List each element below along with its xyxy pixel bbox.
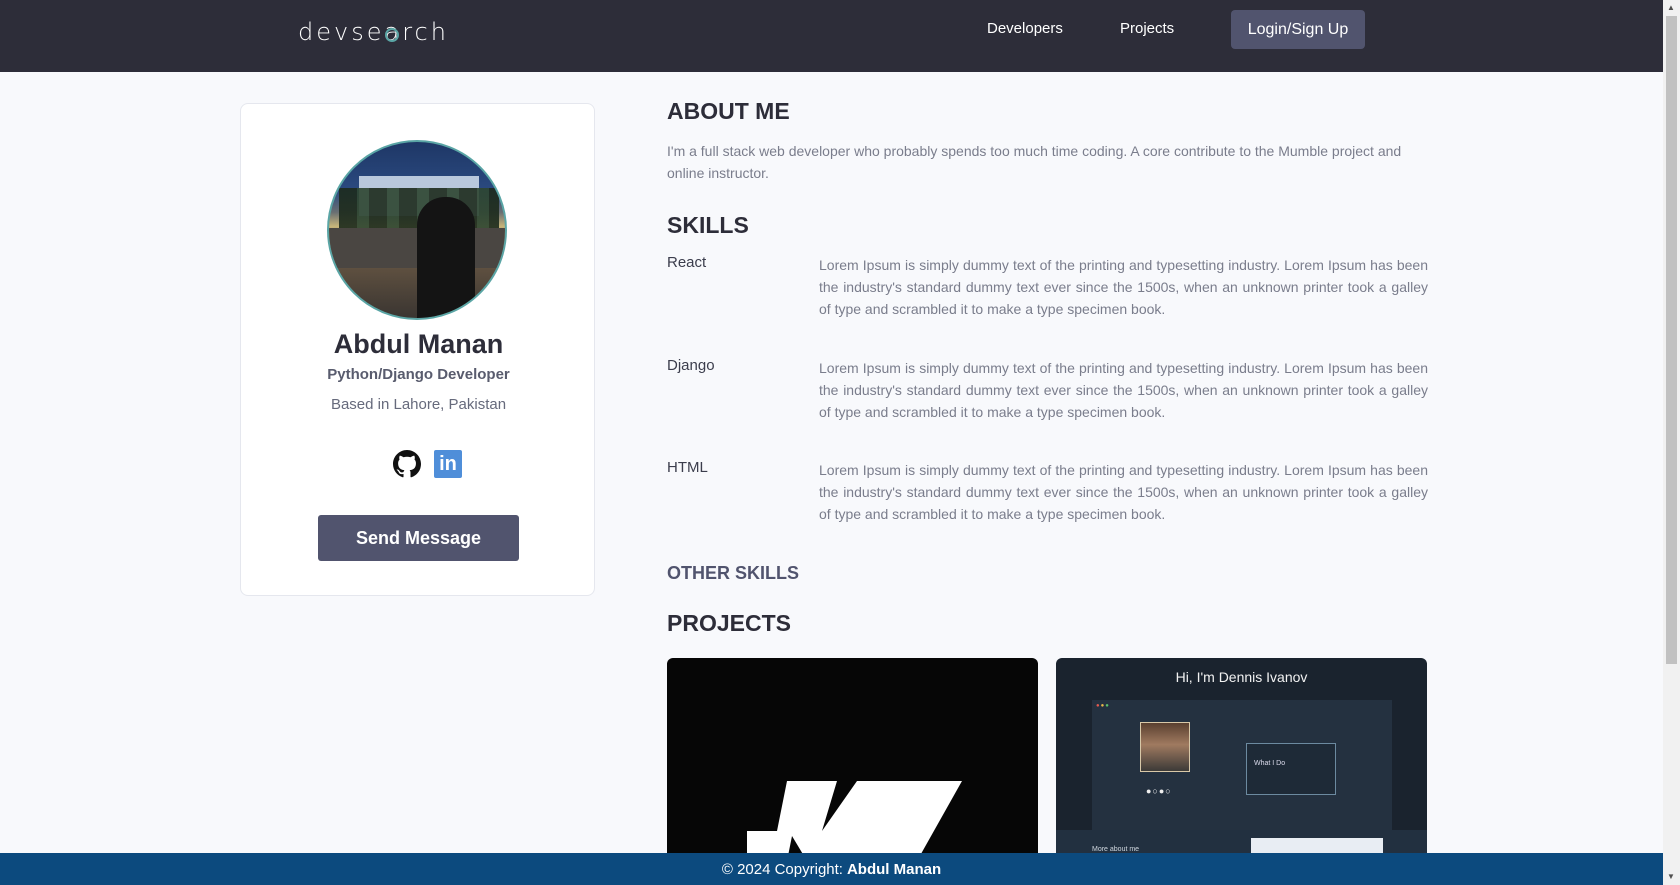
about-heading: ABOUT ME: [667, 98, 790, 124]
what-i-do-box: [1246, 743, 1336, 795]
portrait-thumbnail: [1140, 722, 1190, 772]
footer-copyright: © 2024 Copyright:: [721, 860, 843, 878]
scroll-up-arrow-icon[interactable]: ▲: [1667, 3, 1675, 12]
skill-description: Lorem Ipsum is simply dummy text of the …: [819, 360, 1428, 420]
skill-name: HTML: [667, 459, 708, 476]
project-thumbnail-screen: [1092, 700, 1392, 830]
login-signup-button[interactable]: Login/Sign Up: [1231, 10, 1365, 49]
footer-author: Abdul Manan: [846, 860, 942, 878]
profile-name: Abdul Manan: [333, 329, 504, 359]
top-navbar: devsea rch Developers Projects Login/Sign…: [0, 0, 1663, 72]
projects-heading: PROJECTS: [667, 610, 791, 636]
avatar: [327, 140, 507, 320]
about-text: I'm a full stack web developer who proba…: [667, 143, 1402, 181]
logo-text-suffix: rch: [402, 18, 449, 46]
project-thumbnail-title: Hi, I'm Dennis Ivanov: [1175, 669, 1308, 685]
more-about-label: More about me: [1092, 846, 1140, 853]
scrollbar-thumb[interactable]: [1666, 16, 1677, 664]
other-skills-heading: OTHER SKILLS: [667, 563, 800, 583]
skill-description: Lorem Ipsum is simply dummy text of the …: [819, 462, 1428, 522]
linkedin-icon-text: in: [439, 452, 457, 475]
github-icon[interactable]: [393, 450, 421, 478]
project-card-webflow[interactable]: [667, 658, 1038, 858]
linkedin-icon[interactable]: in: [434, 450, 462, 478]
webflow-logo-icon: [747, 781, 962, 858]
nav-developers-link[interactable]: Developers: [987, 20, 1063, 37]
skill-name: React: [667, 254, 707, 271]
profile-role: Python/Django Developer: [327, 366, 510, 383]
skill-dots-icon: ●○●○: [1146, 786, 1172, 796]
footer: © 2024 Copyright: Abdul Manan: [0, 853, 1663, 885]
devsearch-logo[interactable]: devsea rch: [298, 18, 449, 46]
logo-magnifier: a: [384, 18, 402, 46]
profile-location: Based in Lahore, Pakistan: [330, 396, 507, 413]
skill-name: Django: [667, 357, 715, 374]
project-card-portfolio[interactable]: Hi, I'm Dennis Ivanov ●●● ●○●○ What I Do…: [1056, 658, 1427, 858]
profile-card: Abdul Manan Python/Django Developer Base…: [240, 103, 595, 596]
nav-projects-link[interactable]: Projects: [1120, 20, 1174, 37]
logo-text-prefix: devse: [298, 18, 385, 46]
window-dots-icon: ●●●: [1096, 703, 1110, 709]
skill-description: Lorem Ipsum is simply dummy text of the …: [819, 257, 1428, 317]
send-message-button[interactable]: Send Message: [318, 515, 519, 561]
github-icon-svg: [393, 450, 421, 478]
what-i-do-label: What I Do: [1254, 760, 1286, 767]
scroll-down-arrow-icon[interactable]: ▼: [1667, 872, 1675, 881]
skills-heading: SKILLS: [667, 212, 749, 238]
avatar-photo-person: [417, 197, 475, 318]
